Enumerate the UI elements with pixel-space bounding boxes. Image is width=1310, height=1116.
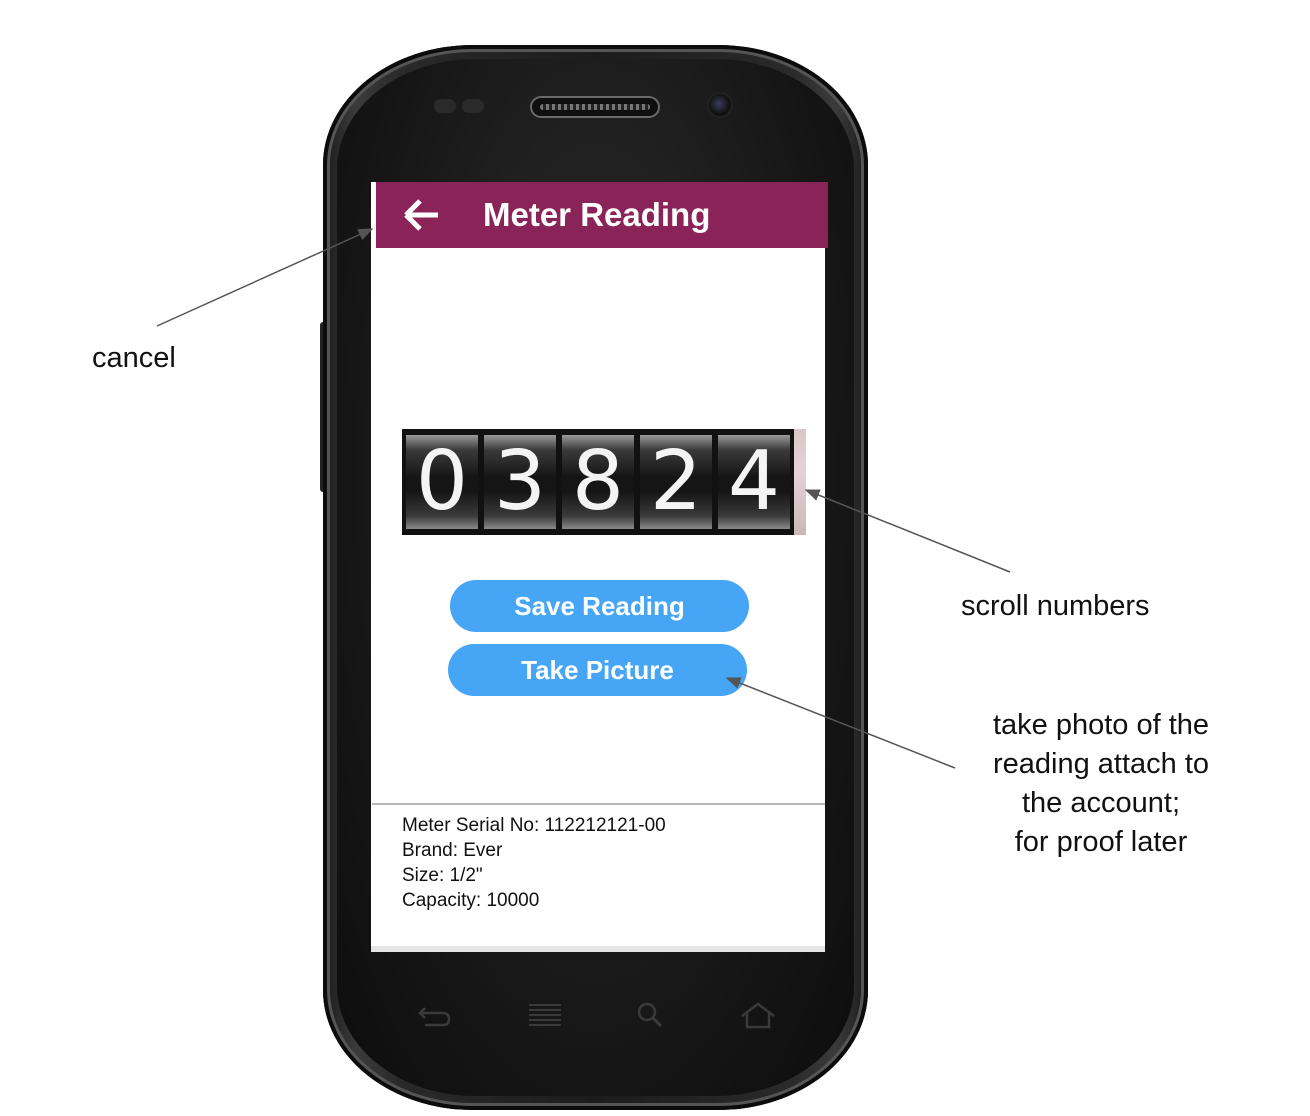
annotation-line: for proof later: [1014, 826, 1188, 858]
home-icon[interactable]: [738, 1000, 778, 1030]
odometer-digit[interactable]: 8: [562, 435, 634, 529]
earpiece-speaker-icon: [530, 96, 660, 118]
menu-icon[interactable]: [525, 1000, 565, 1030]
divider: [372, 803, 825, 805]
meter-brand: Brand: Ever: [402, 840, 503, 861]
take-picture-button[interactable]: Take Picture: [448, 644, 747, 696]
back-icon[interactable]: [415, 1000, 455, 1030]
annotation-scroll-numbers: scroll numbers: [961, 590, 1150, 622]
save-reading-button[interactable]: Save Reading: [450, 580, 749, 632]
proximity-sensor-icon: [434, 99, 456, 113]
front-camera-icon: [709, 94, 731, 116]
arrow-left-icon[interactable]: [402, 197, 442, 233]
meter-serial: Meter Serial No: 112212121-00: [402, 815, 666, 836]
page-title: Meter Reading: [483, 196, 711, 233]
annotation-line: reading attach to: [992, 748, 1210, 780]
light-sensor-icon: [462, 99, 484, 113]
annotation-take-photo: take photo of the reading attach to the …: [955, 706, 1247, 862]
odometer-digit[interactable]: 3: [484, 435, 556, 529]
annotation-cancel: cancel: [92, 342, 176, 374]
meter-info: Meter Serial No: 112212121-00 Brand: Eve…: [402, 813, 666, 913]
search-icon[interactable]: [630, 1000, 670, 1030]
odometer-digit[interactable]: 2: [640, 435, 712, 529]
annotation-line: the account;: [1022, 787, 1180, 819]
annotation-line: take photo of the: [992, 709, 1210, 741]
odometer-digit[interactable]: 0: [406, 435, 478, 529]
screen-bottom-edge: [371, 946, 825, 952]
meter-size: Size: 1/2": [402, 865, 483, 886]
odometer-digit[interactable]: 4: [718, 435, 790, 529]
odometer-edge: [794, 429, 806, 535]
meter-odometer[interactable]: 0 3 8 2 4: [402, 429, 806, 535]
meter-capacity: Capacity: 10000: [402, 890, 540, 911]
